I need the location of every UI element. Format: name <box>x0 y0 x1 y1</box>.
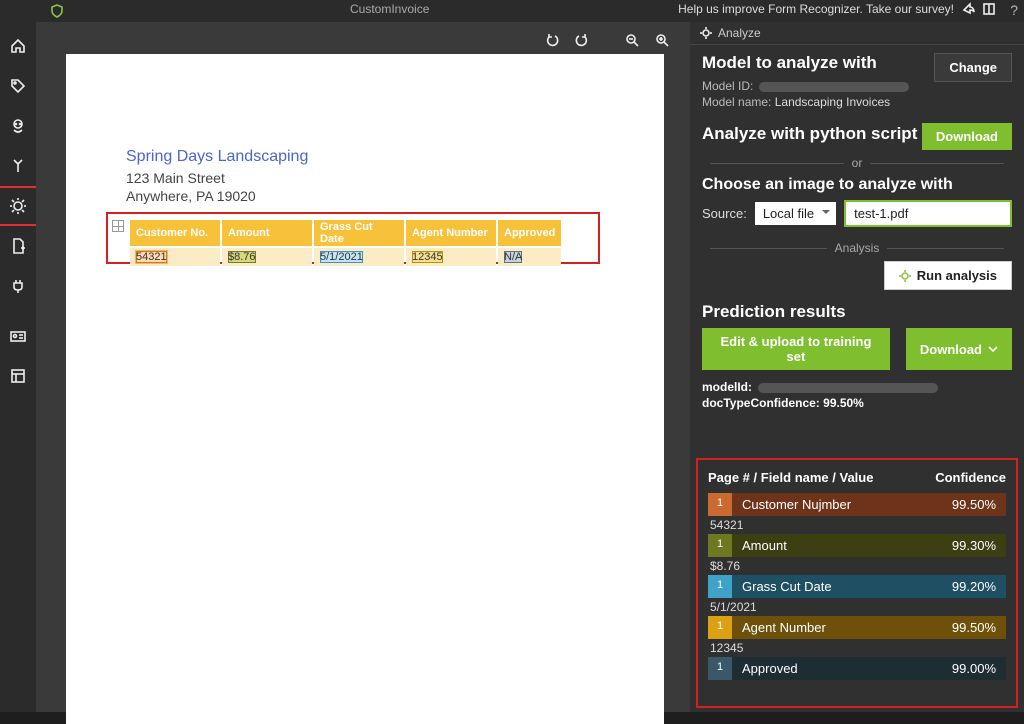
pred-page-num: 1 <box>708 493 732 516</box>
layout-icon[interactable] <box>4 362 32 390</box>
pred-confidence: 99.50% <box>952 497 996 512</box>
zoom-in-icon[interactable] <box>654 32 670 48</box>
prediction-row[interactable]: 1 Grass Cut Date 99.20% <box>708 575 1006 598</box>
pred-field-name: Grass Cut Date <box>742 579 832 594</box>
label-doctype-conf: docTypeConfidence: <box>702 396 820 410</box>
pred-confidence: 99.30% <box>952 538 996 553</box>
panel-tab-analyze[interactable]: Analyze <box>690 22 1024 45</box>
download-results-button[interactable]: Download <box>906 328 1012 370</box>
pred-field-name: Customer Nujmber <box>742 497 851 512</box>
analyze-panel: Analyze Model to analyze with Model ID: … <box>690 22 1024 712</box>
pred-confidence: 99.00% <box>952 661 996 676</box>
col-customer-no: Customer No. <box>130 220 220 246</box>
merge-icon[interactable] <box>4 152 32 180</box>
id-card-icon[interactable] <box>4 322 32 350</box>
tag-icon[interactable] <box>4 72 32 100</box>
pred-confidence: 99.20% <box>952 579 996 594</box>
col-agent-number: Agent Number <box>406 220 496 246</box>
window-title: CustomInvoice <box>350 2 429 16</box>
pred-field-value: 5/1/2021 <box>710 600 1006 614</box>
label-model-id: Model ID: <box>702 79 753 93</box>
pred-confidence: 99.50% <box>952 620 996 635</box>
book-icon[interactable] <box>982 2 996 16</box>
or-separator: or <box>702 156 1012 170</box>
file-input[interactable]: test-1.pdf <box>844 200 1012 227</box>
home-icon[interactable] <box>4 32 32 60</box>
heading-choose-image: Choose an image to analyze with <box>702 176 1012 194</box>
left-nav <box>0 22 36 712</box>
help-icon[interactable]: ? <box>1010 2 1018 18</box>
invoice-table: Customer No. Amount Grass Cut Date Agent… <box>128 218 563 268</box>
prediction-row[interactable]: 1 Agent Number 99.50% <box>708 616 1006 639</box>
address-line-2: Anywhere, PA 19020 <box>126 188 256 204</box>
pred-page-num: 1 <box>708 534 732 557</box>
col-approved: Approved <box>498 220 561 246</box>
survey-link[interactable]: Help us improve Form Recognizer. Take ou… <box>678 2 954 16</box>
pred-field-name: Amount <box>742 538 787 553</box>
address-line-1: 123 Main Street <box>126 170 225 186</box>
predictions-box: Page # / Field name / Value Confidence 1… <box>696 458 1018 708</box>
label-model-name: Model name: <box>702 95 771 109</box>
cell-customer-no: 54321 <box>136 251 167 263</box>
pred-page-num: 1 <box>708 616 732 639</box>
prediction-row[interactable]: 1 Approved 99.00% <box>708 657 1006 680</box>
pred-field-value: 12345 <box>710 641 1006 655</box>
rotate-right-icon[interactable] <box>574 32 590 48</box>
cell-grass-cut-date: 5/1/2021 <box>320 251 363 263</box>
source-select[interactable]: Local file <box>755 202 836 225</box>
pred-field-name: Agent Number <box>742 620 826 635</box>
bulb-icon[interactable] <box>4 192 32 220</box>
pred-page-num: 1 <box>708 575 732 598</box>
prediction-row[interactable]: 1 Customer Nujmber 99.50% <box>708 493 1006 516</box>
share-icon[interactable] <box>962 2 976 16</box>
value-model-id-result <box>758 383 938 393</box>
run-analysis-button[interactable]: Run analysis <box>884 261 1012 290</box>
pred-header-left: Page # / Field name / Value <box>708 470 873 485</box>
col-amount: Amount <box>222 220 312 246</box>
label-model-id-result: modelId: <box>702 380 752 394</box>
bulb-small-icon <box>700 27 712 39</box>
download-script-button[interactable]: Download <box>922 123 1012 150</box>
table-header-row: Customer No. Amount Grass Cut Date Agent… <box>130 220 561 246</box>
rotate-left-icon[interactable] <box>544 32 560 48</box>
change-button[interactable]: Change <box>934 53 1012 82</box>
label-source: Source: <box>702 206 747 221</box>
invoice-table-highlight: Customer No. Amount Grass Cut Date Agent… <box>106 212 600 264</box>
table-data-row: 54321 $8.76 5/1/2021 12345 N/A <box>130 248 561 266</box>
bulb-run-icon <box>899 270 911 282</box>
table-grid-icon <box>112 220 124 232</box>
plug-icon[interactable] <box>4 272 32 300</box>
cell-amount: $8.76 <box>228 251 256 263</box>
heading-python-script: Analyze with python script <box>702 124 917 144</box>
value-doctype-conf: 99.50% <box>823 396 864 410</box>
value-model-id <box>759 82 909 92</box>
edit-upload-button[interactable]: Edit & upload to training set <box>702 328 890 370</box>
cell-agent-number: 12345 <box>412 251 443 263</box>
col-grass-cut-date: Grass Cut Date <box>314 220 404 246</box>
heading-model-to-analyze: Model to analyze with <box>702 53 909 73</box>
file-plus-icon[interactable] <box>4 232 32 260</box>
chevron-down-icon <box>988 344 998 354</box>
document-page: Spring Days Landscaping 123 Main Street … <box>66 54 664 724</box>
value-model-name: Landscaping Invoices <box>775 95 890 109</box>
pred-field-value: 54321 <box>710 518 1006 532</box>
pred-field-name: Approved <box>742 661 798 676</box>
heading-prediction-results: Prediction results <box>702 302 1012 322</box>
analysis-separator: Analysis <box>702 241 1012 255</box>
pred-field-value: $8.76 <box>710 559 1006 573</box>
prediction-row[interactable]: 1 Amount 99.30% <box>708 534 1006 557</box>
company-name: Spring Days Landscaping <box>126 148 308 166</box>
cell-approved: N/A <box>504 251 522 263</box>
robot-icon[interactable] <box>4 112 32 140</box>
zoom-out-icon[interactable] <box>624 32 640 48</box>
pred-page-num: 1 <box>708 657 732 680</box>
shield-icon <box>50 4 64 18</box>
pred-header-right: Confidence <box>935 470 1006 485</box>
